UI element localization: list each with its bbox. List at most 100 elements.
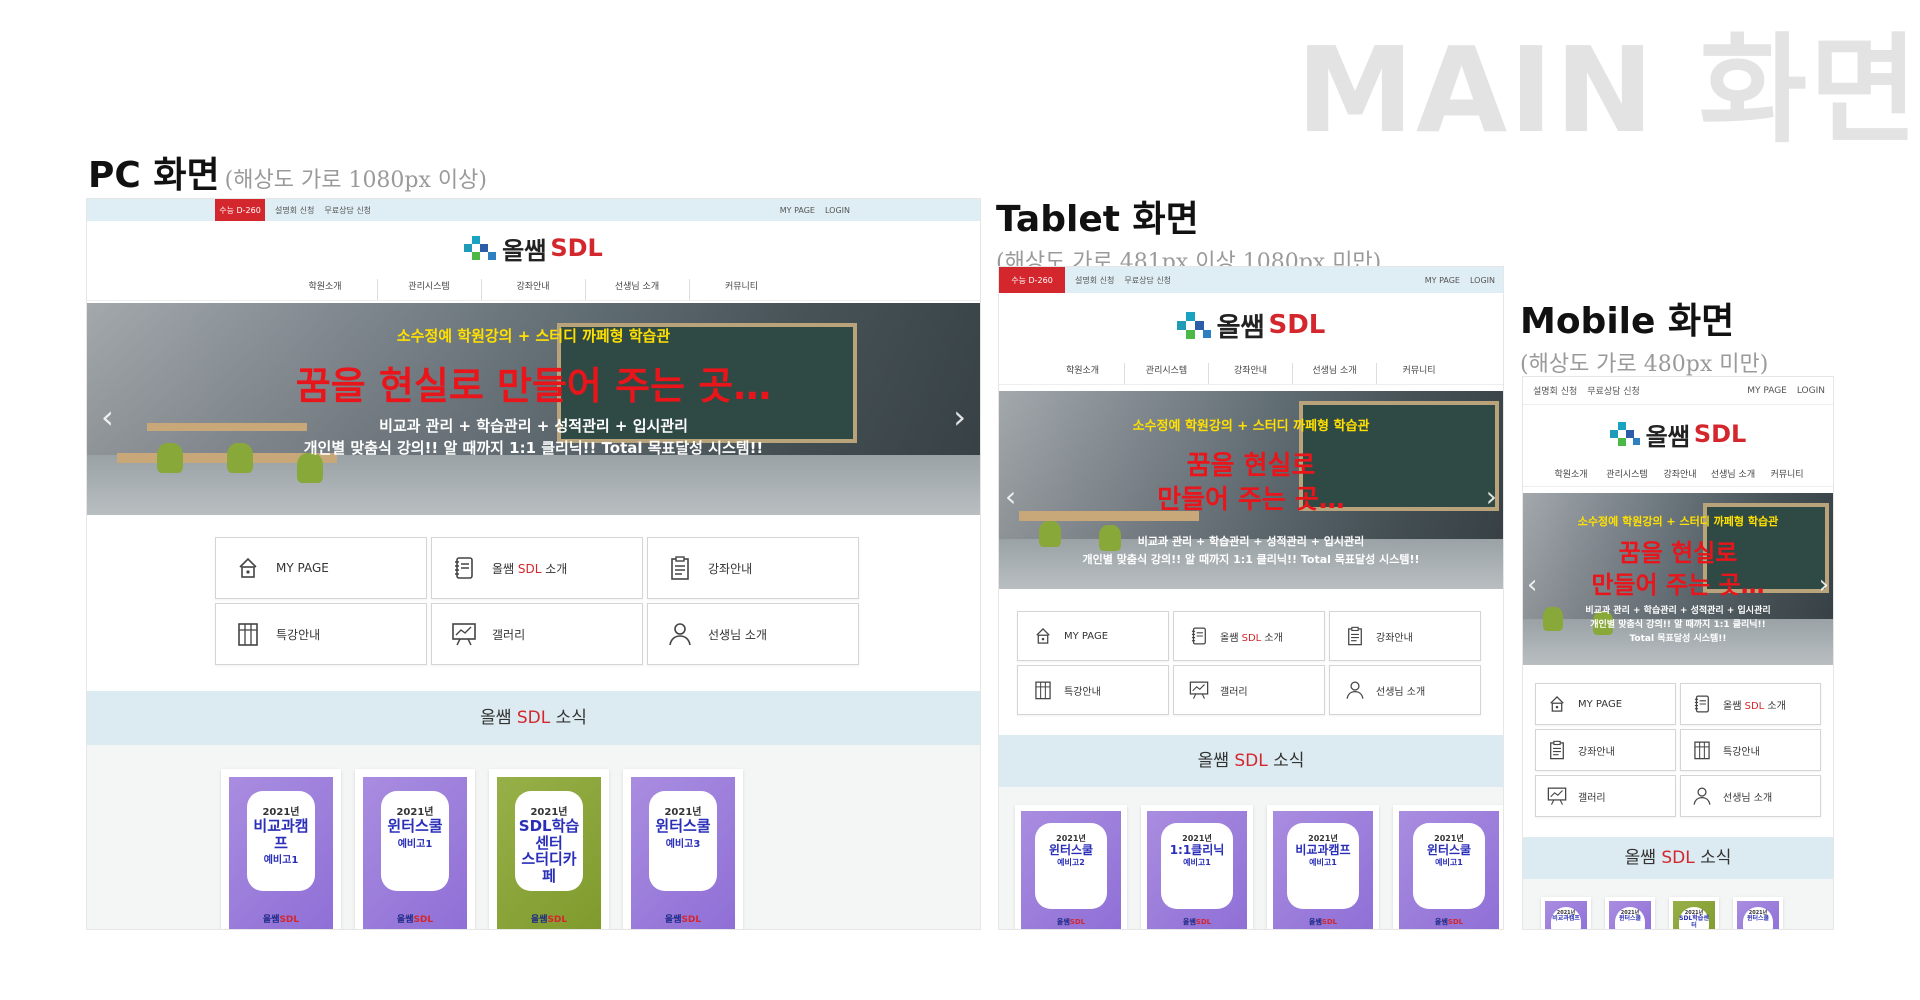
menu-gallery[interactable]: 갤러리 (1535, 775, 1676, 817)
consult-link[interactable]: 무료상담 신청 (1124, 275, 1171, 286)
menu-courses[interactable]: 강좌안내 (1329, 611, 1481, 661)
banner-prev-arrow[interactable]: ‹ (1005, 480, 1016, 513)
banner-next-arrow[interactable]: › (953, 398, 966, 436)
nav-item-teachers[interactable]: 선생님 소개 (1704, 467, 1762, 486)
dday-badge[interactable]: 수능 D-260 (999, 267, 1065, 293)
mypage-link[interactable]: MY PAGE (780, 206, 815, 215)
menu-mypage[interactable]: MY PAGE (215, 537, 427, 599)
news-card-year: 2021년 (664, 807, 702, 818)
nav-item-about[interactable]: 학원소개 (274, 279, 378, 300)
menu-teachers-label: 선생님 소개 (1723, 792, 1773, 804)
menu-gallery-label: 갤러리 (1578, 792, 1606, 804)
news-card-thumbnail: 2021년 윈터스쿨 예비고1 올쌤SDL (363, 777, 467, 929)
banner-prev-arrow[interactable]: ‹ (1527, 570, 1537, 600)
news-card[interactable]: 2021년 SDL학습센터 스터디카페 올쌤SDL (489, 769, 609, 929)
clipboard-icon (1348, 626, 1362, 646)
news-card[interactable]: 2021년 윈터스쿨 (1733, 897, 1783, 929)
logo-mark-icon (1176, 310, 1211, 340)
tablet-heading: Tablet 화면 (996, 199, 1199, 240)
nav-item-system[interactable]: 관리시스템 (1598, 467, 1656, 486)
menu-courses[interactable]: 강좌안내 (1535, 729, 1676, 771)
nav-item-teachers[interactable]: 선생님 소개 (586, 279, 690, 300)
seminar-link[interactable]: 설명회 신청 (1075, 275, 1114, 286)
menu-teachers[interactable]: 선생님 소개 (1680, 775, 1821, 817)
login-link[interactable]: LOGIN (1470, 276, 1495, 285)
site-logo[interactable]: 올쌤 SDL (87, 231, 980, 265)
menu-special[interactable]: 특강안내 (1017, 665, 1169, 715)
news-card[interactable]: 2021년 비교과캠프 예비고1 올쌤SDL (1267, 805, 1379, 929)
nav-item-about[interactable]: 학원소개 (1041, 363, 1125, 384)
nav-item-community[interactable]: 커뮤니티 (1762, 467, 1812, 486)
nav-item-about[interactable]: 학원소개 (1544, 467, 1598, 486)
menu-teachers[interactable]: 선생님 소개 (647, 603, 859, 665)
news-card[interactable]: 2021년 윈터스쿨 예비고1 올쌤SDL (1393, 805, 1503, 929)
news-card-subtitle: 예비고1 (1435, 858, 1463, 868)
news-card-year: 2021년 (396, 807, 434, 818)
pc-nav: 학원소개 관리시스템 강좌안내 선생님 소개 커뮤니티 (87, 279, 980, 301)
easel-icon (452, 623, 476, 646)
banner-next-arrow[interactable]: › (1819, 570, 1829, 600)
news-card-thumbnail: 2021년 윈터스쿨 (1609, 901, 1651, 929)
menu-intro-label: 올쌤 SDL 소개 (492, 561, 568, 576)
menu-teachers-label: 선생님 소개 (708, 627, 768, 642)
nav-item-system[interactable]: 관리시스템 (378, 279, 482, 300)
nav-item-community[interactable]: 커뮤니티 (1377, 363, 1461, 384)
pc-frame: 수능 D-260 설명회 신청 무료상담 신청 MY PAGE LOGIN 올쌤… (86, 198, 981, 930)
seminar-link[interactable]: 설명회 신청 (1533, 384, 1577, 397)
news-card-label: 2021년 윈터스쿨 예비고3 (649, 791, 717, 891)
dday-badge[interactable]: 수능 D-260 (215, 199, 265, 221)
seminar-link[interactable]: 설명회 신청 (275, 205, 314, 216)
nav-item-courses[interactable]: 강좌안내 (1209, 363, 1293, 384)
news-card-label: 2021년 1:1클리닉 예비고1 (1161, 823, 1233, 909)
nav-item-courses[interactable]: 강좌안내 (482, 279, 586, 300)
menu-intro[interactable]: 올쌤 SDL 소개 (431, 537, 643, 599)
menu-intro-label: 올쌤 SDL 소개 (1220, 632, 1283, 644)
menu-courses[interactable]: 강좌안내 (647, 537, 859, 599)
news-card[interactable]: 2021년 윈터스쿨 (1605, 897, 1655, 929)
news-card[interactable]: 2021년 1:1클리닉 예비고1 올쌤SDL (1141, 805, 1253, 929)
site-logo[interactable]: 올쌤 SDL (999, 305, 1503, 345)
lock-icon (239, 557, 257, 578)
tablet-topbar: 수능 D-260 설명회 신청 무료상담 신청 MY PAGE LOGIN (999, 267, 1503, 293)
nav-item-community[interactable]: 커뮤니티 (690, 279, 794, 300)
banner-line4b: Total 목표달성 시스템!! (1629, 634, 1727, 644)
news-card[interactable]: 2021년 윈터스쿨 예비고1 올쌤SDL (355, 769, 475, 929)
pc-hero-banner: 소수정예 학원강의 + 스터디 까페형 학습관 꿈을 현실로 만들어 주는 곳…… (87, 303, 980, 515)
site-logo[interactable]: 올쌤 SDL (1523, 417, 1833, 451)
nav-item-teachers[interactable]: 선생님 소개 (1293, 363, 1377, 384)
menu-special[interactable]: 특강안내 (1680, 729, 1821, 771)
news-card[interactable]: 2021년 비교과캠프 예비고1 올쌤SDL (221, 769, 341, 929)
banner-tagline: 소수정예 학원강의 + 스터디 까페형 학습관 (1577, 515, 1779, 528)
menu-teachers[interactable]: 선생님 소개 (1329, 665, 1481, 715)
easel-icon (1189, 681, 1209, 699)
mypage-link[interactable]: MY PAGE (1425, 276, 1460, 285)
menu-gallery-label: 갤러리 (1220, 686, 1248, 698)
menu-intro[interactable]: 올쌤 SDL 소개 (1680, 683, 1821, 725)
menu-intro[interactable]: 올쌤 SDL 소개 (1173, 611, 1325, 661)
menu-mypage[interactable]: MY PAGE (1535, 683, 1676, 725)
clipboard-icon (1550, 740, 1564, 760)
nav-item-courses[interactable]: 강좌안내 (1656, 467, 1704, 486)
pc-quick-menu: MY PAGE 올쌤 SDL 소개 강좌안내 특강안내 갤러리 선생님 소개 (215, 537, 859, 665)
news-card[interactable]: 2021년 윈터스쿨 예비고2 올쌤SDL (1015, 805, 1127, 929)
menu-special[interactable]: 특강안내 (215, 603, 427, 665)
news-card-subtitle: 예비고1 (263, 855, 299, 866)
news-card[interactable]: 2021년 비교과캠프 (1541, 897, 1591, 929)
banner-next-arrow[interactable]: › (1486, 480, 1497, 513)
banner-prev-arrow[interactable]: ‹ (101, 398, 114, 436)
login-link[interactable]: LOGIN (1797, 386, 1825, 396)
menu-gallery[interactable]: 갤러리 (431, 603, 643, 665)
news-card-subtitle: 예비고3 (665, 838, 701, 850)
menu-gallery[interactable]: 갤러리 (1173, 665, 1325, 715)
nav-item-system[interactable]: 관리시스템 (1125, 363, 1209, 384)
login-link[interactable]: LOGIN (825, 206, 850, 215)
news-card[interactable]: 2021년 SDL학습센터 (1669, 897, 1719, 929)
news-card[interactable]: 2021년 윈터스쿨 예비고3 올쌤SDL (623, 769, 743, 929)
menu-mypage[interactable]: MY PAGE (1017, 611, 1169, 661)
notebook-icon (1191, 627, 1206, 645)
pc-section-heading: PC 화면 (해상도 가로 1080px 이상) (88, 146, 487, 198)
consult-link[interactable]: 무료상담 신청 (324, 205, 371, 216)
consult-link[interactable]: 무료상담 신청 (1587, 384, 1640, 397)
banner-line4a: 개인별 맞춤식 강의!! 알 때까지 1:1 클리닉!! (1590, 620, 1766, 630)
mypage-link[interactable]: MY PAGE (1747, 386, 1787, 396)
